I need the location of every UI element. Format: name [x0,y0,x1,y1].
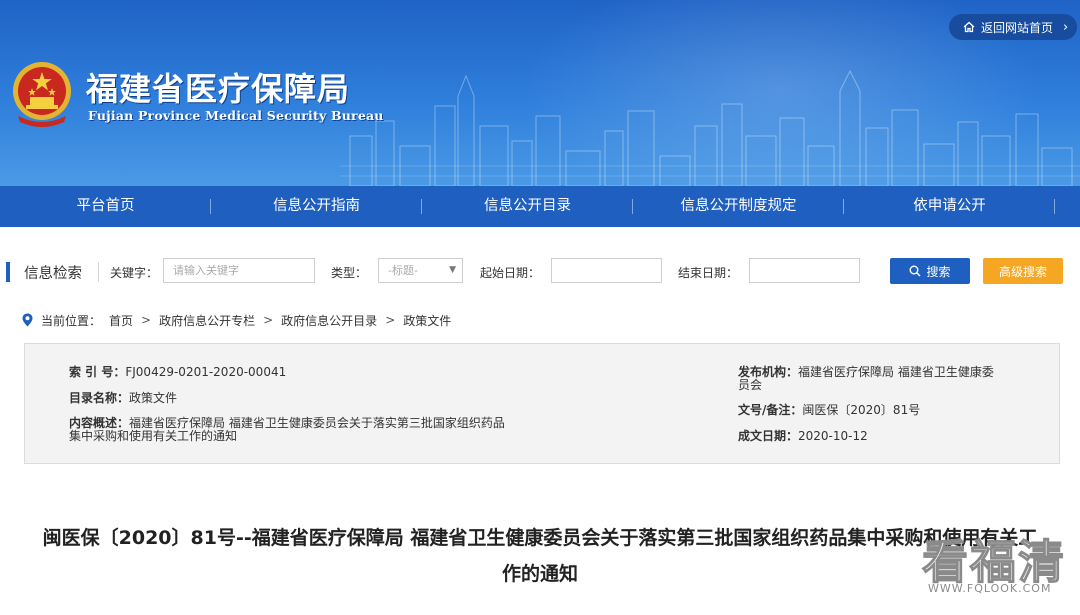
catalog-row: 目录名称：政策文件 [69,392,177,405]
publisher-value-line1: 福建省医疗保障局 福建省卫生健康委 [798,365,994,379]
breadcrumb-policy-documents[interactable]: 政策文件 [403,312,451,329]
location-pin-icon [22,313,33,327]
nav-item-home[interactable]: 平台首页 [0,186,211,227]
breadcrumb-disclosure-column[interactable]: 政府信息公开专栏 [159,312,255,329]
search-button-label: 搜索 [926,264,951,279]
nav-item-disclosure-guide[interactable]: 信息公开指南 [211,186,422,227]
keyword-label: 关键字： [110,266,159,280]
type-select[interactable]: -标题- ▼ [378,258,463,283]
index-number-row: 索 引 号：FJ00429-0201-2020-00041 [69,366,286,379]
breadcrumb-separator: > [141,313,152,327]
summary-label: 内容概述： [69,416,130,430]
end-date-input[interactable] [749,258,860,283]
publisher-label: 发布机构： [738,365,799,379]
document-number-row: 文号/备注：闽医保〔2020〕81号 [738,404,920,417]
site-title: 福建省医疗保障局 [86,70,351,108]
chevron-right-icon: › [1063,19,1069,35]
breadcrumb-prefix: 当前位置： [41,313,102,328]
catalog-value: 政策文件 [129,391,178,405]
document-number-value: 闽医保〔2020〕81号 [802,403,921,417]
home-icon [963,21,975,33]
national-emblem-icon [13,62,71,127]
type-label: 类型： [331,266,368,280]
date-row: 成文日期：2020-10-12 [738,430,868,443]
date-value: 2020-10-12 [798,429,868,443]
nav-item-request-disclosure[interactable]: 依申请公开 [844,186,1055,227]
search-icon [909,265,922,277]
type-select-value: -标题- [388,264,418,277]
breadcrumb-home[interactable]: 首页 [109,312,133,329]
end-date-label: 结束日期： [678,266,739,280]
back-to-home-label: 返回网站首页 [981,20,1054,35]
breadcrumb-separator: > [263,313,274,327]
back-to-home-button[interactable]: 返回网站首页 › [949,14,1077,40]
search-button[interactable]: 搜索 [890,258,970,284]
main-nav: 平台首页 信息公开指南 信息公开目录 信息公开制度规定 依申请公开 [0,186,1080,227]
keyword-input[interactable]: 请输入关键字 [163,258,315,283]
article-title-line1: 闽医保〔2020〕81号--福建省医疗保障局 福建省卫生健康委员会关于落实第三批… [42,527,1038,549]
document-number-label: 文号/备注： [738,403,803,417]
catalog-label: 目录名称： [69,391,130,405]
search-panel-title: 信息检索 [24,266,82,282]
search-panel-accent [6,262,10,282]
nav-item-disclosure-rules[interactable]: 信息公开制度规定 [633,186,844,227]
breadcrumb-disclosure-catalog[interactable]: 政府信息公开目录 [281,312,377,329]
search-panel: 信息检索 关键字： 请输入关键字 类型： -标题- ▼ 起始日期： 结束日期： … [6,244,1078,298]
article-title: 闽医保〔2020〕81号--福建省医疗保障局 福建省卫生健康委员会关于落实第三批… [0,520,1080,592]
summary-row: 内容概述：福建省医疗保障局 福建省卫生健康委员会关于落实第三批国家组织药品 集中… [69,417,505,443]
summary-value-line2: 集中采购和使用有关工作的通知 [69,429,238,443]
advanced-search-button[interactable]: 高级搜索 [983,258,1063,284]
summary-value-line1: 福建省医疗保障局 福建省卫生健康委员会关于落实第三批国家组织药品 [129,416,505,430]
date-label: 成文日期： [738,429,799,443]
header-banner: 福建省医疗保障局 Fujian Province Medical Securit… [0,0,1080,186]
dropdown-arrow-icon: ▼ [449,265,456,275]
breadcrumb-separator: > [385,313,396,327]
city-skyline-graphic [340,69,1080,186]
index-number-value: FJ00429-0201-2020-00041 [125,365,287,379]
start-date-input[interactable] [551,258,662,283]
article-title-line2: 作的通知 [501,563,578,585]
publisher-value-line2: 员会 [738,378,763,392]
divider [98,262,99,282]
nav-item-disclosure-catalog[interactable]: 信息公开目录 [422,186,633,227]
site-subtitle-english: Fujian Province Medical Security Bureau [88,108,384,123]
document-metadata-box: 索 引 号：FJ00429-0201-2020-00041 目录名称：政策文件 … [24,343,1060,464]
publisher-row: 发布机构：福建省医疗保障局 福建省卫生健康委 员会 [738,366,994,392]
index-number-label: 索 引 号： [69,365,126,379]
start-date-label: 起始日期： [480,266,541,280]
breadcrumb: 当前位置： 首页 > 政府信息公开专栏 > 政府信息公开目录 > 政策文件 [22,311,451,329]
